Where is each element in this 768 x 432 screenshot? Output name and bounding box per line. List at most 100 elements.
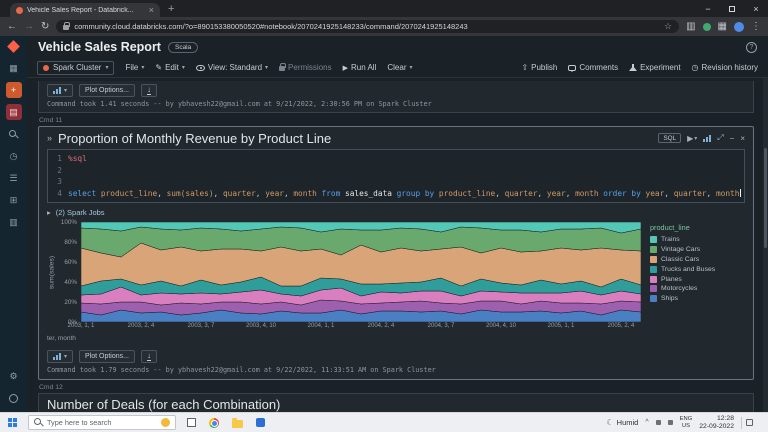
legend-item[interactable]: Trucks and Buses (650, 264, 745, 274)
legend-item[interactable]: Motorcycles (650, 284, 745, 294)
code-line[interactable] (68, 176, 744, 188)
sidebar-notebook-icon[interactable]: ▤ (5, 104, 22, 120)
taskbar-app-button[interactable] (252, 414, 268, 432)
lock-icon (63, 22, 71, 30)
network-icon[interactable] (655, 420, 661, 425)
reload-icon[interactable]: ↻ (41, 21, 49, 32)
spark-jobs-link[interactable]: (2) Spark Jobs (56, 208, 105, 217)
chart-icon[interactable] (703, 134, 712, 142)
window-minimize-button[interactable]: − (696, 0, 720, 17)
chevron-down-icon: ▾ (409, 65, 413, 71)
view-menu[interactable]: View: Standard ▾ (195, 63, 268, 72)
code-gutter: 1 2 3 4 (48, 153, 68, 199)
date: 22-09-2022 (699, 422, 734, 430)
code-line[interactable]: select product_line, sum(sales), quarter… (68, 188, 744, 200)
plot-options-button[interactable]: Plot Options... (79, 350, 135, 363)
file-menu[interactable]: File ▾ (125, 63, 144, 72)
legend-item[interactable]: Classic Cars (650, 255, 745, 265)
code-token: month (715, 188, 740, 198)
sidebar-data-icon[interactable]: ☰ (6, 170, 22, 186)
side-panel-icon[interactable]: ▥ (686, 21, 695, 32)
legend-title: product_line (650, 223, 690, 232)
publish-button[interactable]: ⇧ Publish (521, 63, 557, 72)
tray-expand-icon[interactable]: ^ (645, 419, 648, 426)
clear-menu[interactable]: Clear ▾ (387, 63, 412, 72)
sidebar-jobs-icon[interactable]: ▥ (6, 214, 22, 230)
expand-cell-icon[interactable]: ⤢ (717, 133, 723, 143)
legend-item[interactable]: Vintage Cars (650, 245, 745, 255)
extensions-puzzle-icon[interactable]: ▦ (718, 21, 727, 32)
browser-tab-strip: Vehicle Sales Report - Databrick... × + … (0, 0, 768, 17)
permissions-button[interactable]: Permissions (279, 63, 332, 72)
task-view-button[interactable] (183, 414, 199, 432)
url-field[interactable]: community.cloud.databricks.com/?o=890153… (56, 20, 680, 33)
command-status: Command took 1.41 seconds -- by ybhavesh… (47, 100, 432, 108)
download-result-button[interactable]: ↓ (140, 350, 157, 363)
help-icon[interactable]: ? (746, 41, 757, 53)
language-indicator[interactable]: ENG US (680, 416, 693, 429)
chevron-down-icon: ▾ (105, 65, 109, 71)
back-icon[interactable]: ← (7, 21, 17, 32)
taskbar-chrome-button[interactable] (206, 414, 222, 432)
spark-jobs-expander-icon[interactable]: ▸ (47, 208, 51, 217)
chart-type-button[interactable]: ▾ (47, 350, 74, 363)
new-tab-button[interactable]: + (168, 3, 174, 15)
sidebar-account-button[interactable] (6, 390, 22, 406)
experiment-button[interactable]: Experiment (629, 63, 681, 72)
extension-icon[interactable] (702, 22, 711, 31)
legend-item[interactable]: Trains (650, 235, 745, 245)
sidebar-workspace-icon[interactable]: ▦ (6, 60, 22, 76)
legend-item[interactable]: Planes (650, 274, 745, 284)
revision-history-button[interactable]: ◷ Revision history (692, 63, 758, 72)
download-icon: ↓ (146, 351, 151, 361)
eye-icon (195, 64, 205, 71)
y-axis-title: sum(sales) (48, 255, 56, 290)
start-button[interactable] (3, 413, 21, 432)
chart-type-button[interactable]: ▾ (47, 84, 74, 97)
experiment-label: Experiment (640, 63, 681, 72)
minimize-cell-icon[interactable]: − (730, 134, 735, 143)
code-token: quarter (504, 188, 538, 198)
run-cell-button[interactable]: ▶ ▾ (687, 134, 697, 143)
line-number: 4 (57, 188, 62, 198)
sidebar-search-button[interactable] (6, 126, 22, 142)
x-tick-label: 2003, 4, 10 (245, 323, 277, 329)
weather-widget[interactable]: ☾ Humid (607, 418, 639, 427)
bookmark-star-icon[interactable]: ☆ (664, 21, 672, 32)
volume-icon[interactable] (667, 420, 673, 425)
cluster-selector[interactable]: Spark Cluster ▾ (37, 60, 115, 75)
collapse-icon[interactable]: » (47, 133, 52, 143)
code-token: quarter (673, 188, 707, 198)
tab-close-icon[interactable]: × (149, 5, 154, 15)
code-token: , (255, 188, 266, 198)
sidebar-settings-icon[interactable]: ⚙ (6, 368, 22, 384)
window-close-button[interactable]: × (744, 0, 768, 17)
sidebar-recents-icon[interactable]: ◷ (6, 148, 22, 164)
plot-options-button[interactable]: Plot Options... (79, 84, 135, 97)
close-cell-icon[interactable]: × (740, 134, 745, 143)
download-result-button[interactable]: ↓ (140, 84, 157, 97)
code-line[interactable]: %sql (68, 153, 744, 165)
sidebar-create-icon[interactable]: + (5, 82, 22, 98)
edit-menu[interactable]: ✎ Edit ▾ (155, 63, 185, 72)
profile-avatar[interactable] (734, 21, 744, 32)
browser-menu-icon[interactable]: ⋮ (751, 21, 761, 32)
comments-button[interactable]: Comments (568, 63, 618, 72)
bar-chart-icon (53, 353, 61, 360)
code-editor[interactable]: 1 2 3 4 %sql select product_line, sum(sales… (47, 149, 745, 203)
browser-tab[interactable]: Vehicle Sales Report - Databrick... × (10, 3, 160, 17)
taskbar-clock[interactable]: 12:28 22-09-2022 (699, 415, 734, 431)
taskbar-explorer-button[interactable] (229, 414, 245, 432)
url-text: community.cloud.databricks.com/?o=890153… (74, 22, 468, 31)
x-axis-title: ter, month (47, 335, 76, 342)
taskbar-search-input[interactable]: Type here to search (28, 415, 176, 430)
legend-item[interactable]: Ships (650, 294, 745, 304)
scrollbar-thumb[interactable] (764, 148, 767, 248)
window-maximize-button[interactable] (720, 0, 744, 17)
sidebar-compute-icon[interactable]: ⊞ (6, 192, 22, 208)
code-token: , (565, 188, 576, 198)
run-all-button[interactable]: ▶ Run All (343, 63, 377, 72)
code-line[interactable] (68, 165, 744, 177)
notification-center-button[interactable] (741, 416, 753, 429)
forward-icon[interactable]: → (24, 21, 34, 32)
